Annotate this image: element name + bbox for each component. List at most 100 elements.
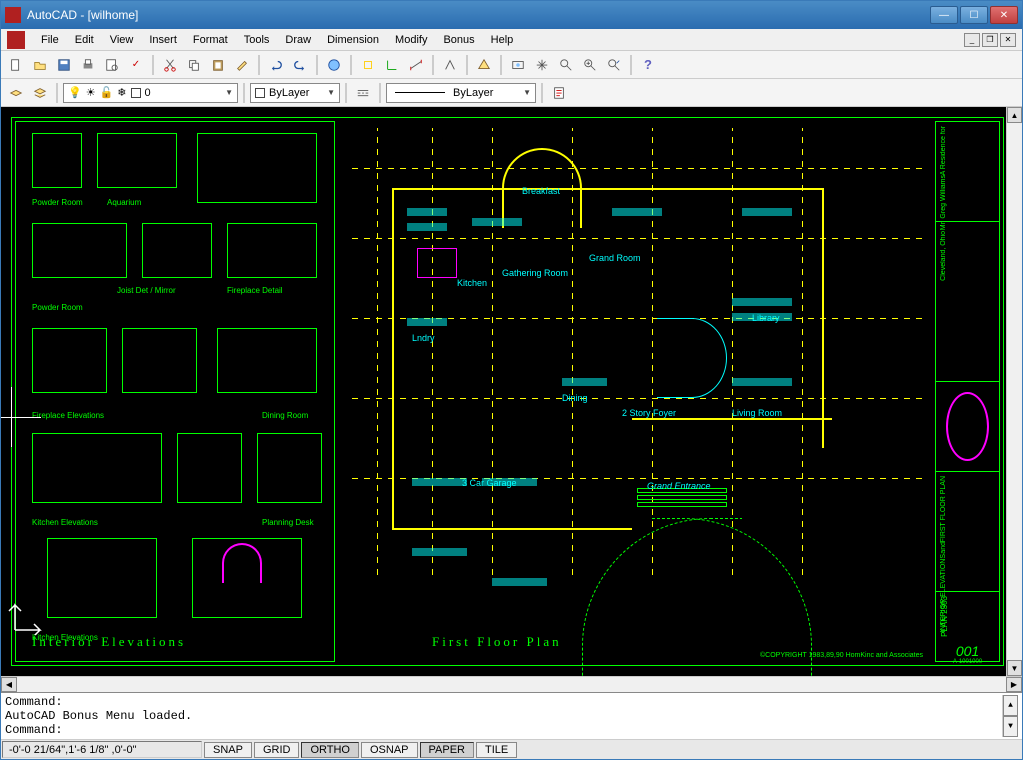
grid-toggle[interactable]: GRID [254, 742, 300, 758]
distance-button[interactable] [405, 54, 427, 76]
vertical-scrollbar[interactable]: ▲ ▼ [1006, 107, 1022, 676]
minimize-button[interactable]: — [930, 6, 958, 24]
make-layer-current-button[interactable] [5, 82, 27, 104]
chevron-down-icon: ▼ [327, 88, 335, 97]
redo-button[interactable] [289, 54, 311, 76]
menu-dimension[interactable]: Dimension [319, 32, 387, 48]
copy-button[interactable] [183, 54, 205, 76]
horizontal-scrollbar[interactable]: ◀ ▶ [1, 676, 1022, 692]
aerial-view-button[interactable] [473, 54, 495, 76]
room-garage: 3 Car Garage [462, 478, 517, 488]
save-button[interactable] [53, 54, 75, 76]
ortho-toggle[interactable]: ORTHO [301, 742, 359, 758]
launch-browser-button[interactable] [323, 54, 345, 76]
scroll-right-button[interactable]: ▶ [1006, 677, 1022, 692]
print-button[interactable] [77, 54, 99, 76]
layers-button[interactable] [29, 82, 51, 104]
linetype-dropdown[interactable]: ByLayer ▼ [386, 83, 536, 103]
plan-ref: PLAN 2303 [940, 596, 949, 637]
app-icon [5, 7, 21, 23]
menu-tools[interactable]: Tools [236, 32, 278, 48]
color-dropdown[interactable]: ByLayer ▼ [250, 83, 340, 103]
open-button[interactable] [29, 54, 51, 76]
properties-button[interactable] [548, 82, 570, 104]
layer-name: 0 [145, 87, 151, 99]
mdi-app-icon[interactable] [7, 31, 25, 49]
paper-toggle[interactable]: PAPER [420, 742, 474, 758]
mdi-close-button[interactable]: ✕ [1000, 33, 1016, 47]
cut-button[interactable] [159, 54, 181, 76]
named-views-button[interactable] [507, 54, 529, 76]
menu-view[interactable]: View [102, 32, 142, 48]
osnap-flyout-button[interactable] [357, 54, 379, 76]
redraw-button[interactable] [439, 54, 461, 76]
command-history-2: AutoCAD Bonus Menu loaded. [5, 709, 1002, 723]
properties-toolbar: 💡 ☀ 🔓 ❄ 0 ▼ ByLayer ▼ ByLayer ▼ [1, 79, 1022, 107]
layer-dropdown[interactable]: 💡 ☀ 🔓 ❄ 0 ▼ [63, 83, 238, 103]
matchprop-button[interactable] [231, 54, 253, 76]
room-foyer: 2 Story Foyer [622, 408, 676, 418]
undo-button[interactable] [265, 54, 287, 76]
maximize-button[interactable]: ☐ [960, 6, 988, 24]
detail-0: Powder Room [32, 198, 83, 207]
close-button[interactable]: ✕ [990, 6, 1018, 24]
drawing-canvas[interactable]: A Residence for Mr. Greg Williams Clevel… [1, 107, 1022, 676]
new-button[interactable] [5, 54, 27, 76]
room-lndry: Lndry [412, 333, 435, 343]
chevron-down-icon: ▼ [523, 88, 531, 97]
menu-insert[interactable]: Insert [141, 32, 185, 48]
drawing-id: A-1001000 [940, 659, 995, 665]
lock-icon: 🔓 [100, 86, 114, 99]
detail-6: Dining Room [262, 411, 308, 420]
pan-button[interactable] [531, 54, 553, 76]
zoom-previous-button[interactable] [603, 54, 625, 76]
detail-1: Aquarium [107, 198, 141, 207]
right-panel-title: First Floor Plan [432, 634, 562, 650]
detail-3: Fireplace Detail [227, 286, 283, 295]
menu-modify[interactable]: Modify [387, 32, 435, 48]
zoom-window-button[interactable] [579, 54, 601, 76]
linetype-value: ByLayer [453, 87, 493, 99]
print-preview-button[interactable] [101, 54, 123, 76]
linetype-button[interactable] [352, 82, 374, 104]
command-history-1: Command: [5, 695, 1002, 709]
ucs-button[interactable] [381, 54, 403, 76]
linetype-sample [395, 92, 445, 93]
copyright: ©COPYRIGHT 1983,89,90 HomKinc and Associ… [760, 652, 923, 659]
spell-button[interactable]: ✓ [125, 54, 147, 76]
help-button[interactable]: ? [637, 54, 659, 76]
detail-4: Powder Room [32, 303, 83, 312]
scroll-left-button[interactable]: ◀ [1, 677, 17, 692]
snap-toggle[interactable]: SNAP [204, 742, 252, 758]
menu-format[interactable]: Format [185, 32, 236, 48]
room-living: Living Room [732, 408, 782, 418]
coordinate-display[interactable]: -0'-0 21/64",1'-6 1/8" ,0'-0" [2, 741, 202, 758]
client-label: Mr. Greg Williams [940, 175, 947, 230]
color-value: ByLayer [269, 87, 309, 99]
project-label: A Residence for [940, 126, 947, 175]
scroll-up-button[interactable]: ▲ [1007, 107, 1022, 123]
command-prompt[interactable]: Command: [5, 723, 1002, 737]
scroll-down-button[interactable]: ▼ [1007, 660, 1022, 676]
lightbulb-icon: 💡 [68, 86, 82, 99]
location-label: Cleveland, Ohio [940, 231, 947, 281]
sun-icon: ☀ [86, 86, 96, 99]
command-line[interactable]: Command: AutoCAD Bonus Menu loaded. Comm… [1, 692, 1022, 739]
paste-button[interactable] [207, 54, 229, 76]
tile-toggle[interactable]: TILE [476, 742, 517, 758]
detail-5: Fireplace Elevations [32, 411, 104, 420]
standard-toolbar: ✓ ? [1, 51, 1022, 79]
statusbar: -0'-0 21/64",1'-6 1/8" ,0'-0" SNAP GRID … [1, 739, 1022, 759]
mdi-minimize-button[interactable]: _ [964, 33, 980, 47]
menu-draw[interactable]: Draw [277, 32, 319, 48]
menu-bonus[interactable]: Bonus [435, 32, 482, 48]
command-scroll-down[interactable]: ▼ [1003, 716, 1018, 737]
title-block: A Residence for Mr. Greg Williams Clevel… [935, 121, 1000, 662]
zoom-realtime-button[interactable] [555, 54, 577, 76]
command-scroll-up[interactable]: ▲ [1003, 695, 1018, 716]
menu-file[interactable]: File [33, 32, 67, 48]
mdi-restore-button[interactable]: ❐ [982, 33, 998, 47]
menu-help[interactable]: Help [483, 32, 522, 48]
osnap-toggle[interactable]: OSNAP [361, 742, 418, 758]
menu-edit[interactable]: Edit [67, 32, 102, 48]
